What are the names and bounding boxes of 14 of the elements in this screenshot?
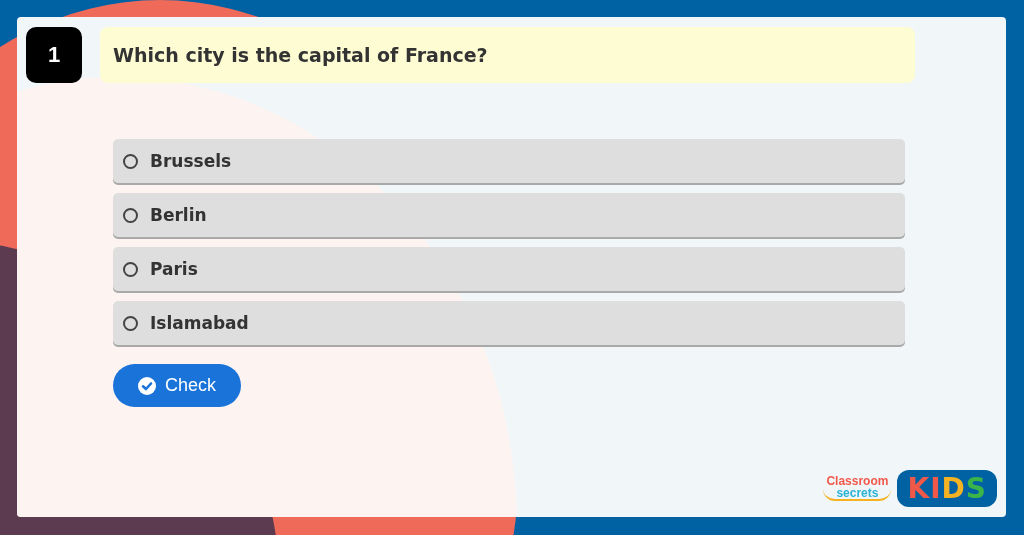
radio-icon xyxy=(123,315,138,331)
check-circle-icon xyxy=(138,376,156,395)
answer-option[interactable]: Brussels xyxy=(113,139,905,183)
answer-option[interactable]: Islamabad xyxy=(113,301,905,345)
radio-icon xyxy=(123,261,138,277)
question-text: Which city is the capital of France? xyxy=(100,27,915,83)
radio-icon xyxy=(123,207,138,223)
question-number: 1 xyxy=(26,27,82,83)
brand-logo: Classroom secrets xyxy=(823,476,892,501)
answer-option[interactable]: Berlin xyxy=(113,193,905,237)
check-button[interactable]: Check xyxy=(113,364,241,407)
radio-icon xyxy=(123,153,138,169)
kids-badge: KIDS xyxy=(897,470,997,507)
answer-option[interactable]: Paris xyxy=(113,247,905,291)
